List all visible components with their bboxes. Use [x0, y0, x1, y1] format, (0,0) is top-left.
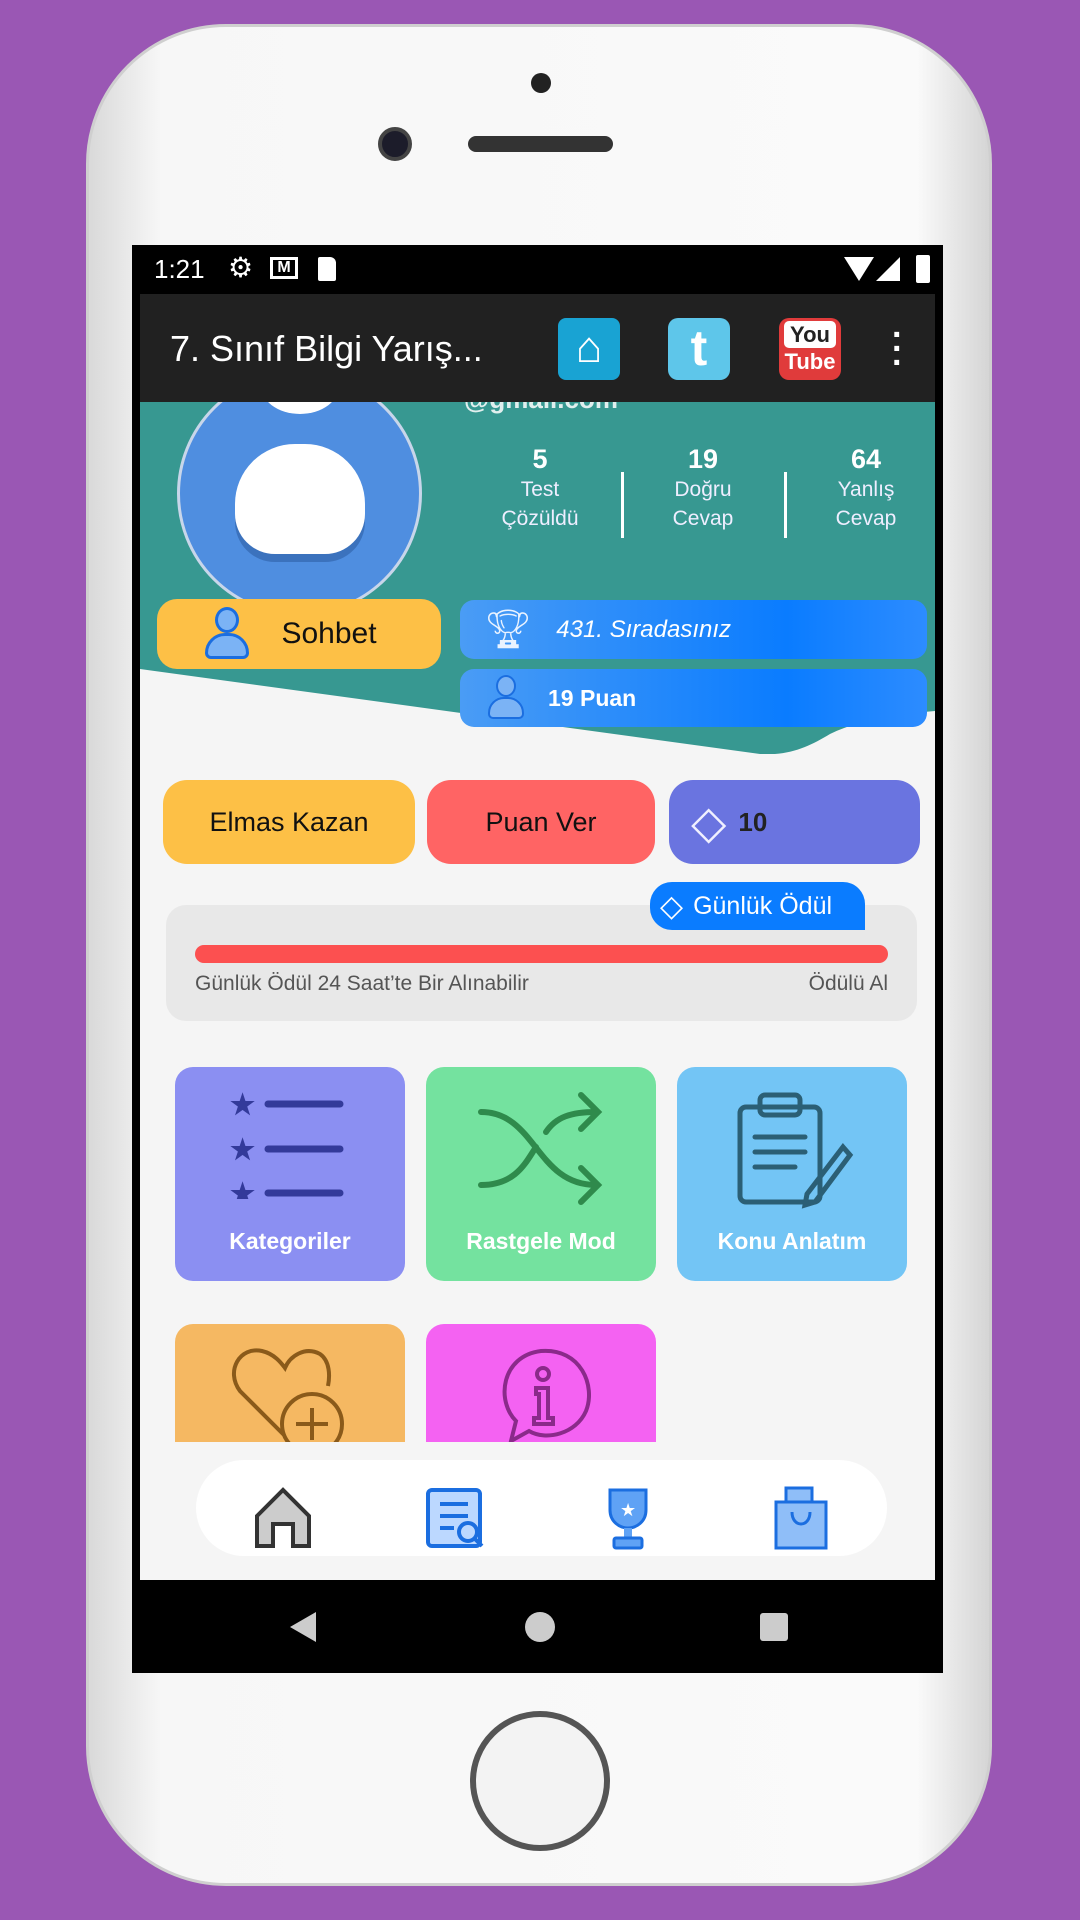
youtube-icon[interactable]: You Tube — [779, 318, 841, 380]
rank-label: 431. Sıradasınız — [556, 615, 732, 643]
badge-label: Günlük Ödül — [693, 891, 833, 920]
speaker — [468, 136, 613, 152]
reward-progress-fill — [195, 945, 888, 963]
svg-text:★: ★ — [230, 1089, 255, 1120]
diamond-balance[interactable]: ◇ 10 — [669, 780, 920, 864]
recents-icon[interactable] — [760, 1613, 788, 1641]
tile-label: Konu Anlatım — [717, 1228, 867, 1254]
rank-pill[interactable]: 🏆︎ 431. Sıradasınız — [460, 600, 927, 659]
tile-categories[interactable]: ★ ★ ★ Kategoriler — [175, 1067, 405, 1281]
info-bubble-icon — [502, 1348, 591, 1442]
tile-label: Kategoriler — [229, 1228, 351, 1254]
youtube-text-bottom: Tube — [784, 349, 836, 374]
diamond-icon: ◇ — [660, 889, 684, 923]
stat-label: Test — [520, 478, 560, 501]
front-sensor — [531, 73, 551, 93]
stat-value: 19 — [687, 444, 719, 474]
stat-value: 64 — [850, 444, 882, 474]
stat-value: 5 — [532, 444, 548, 474]
user-icon — [205, 607, 249, 661]
home-circle-icon[interactable] — [525, 1612, 555, 1642]
tile-random-mode[interactable]: Rastgele Mod — [426, 1067, 656, 1281]
bottom-nav: ★ — [196, 1460, 887, 1556]
stat-label: Cevap — [835, 507, 897, 530]
twitter-icon[interactable]: t — [668, 318, 730, 380]
home-icon[interactable] — [251, 1486, 315, 1550]
stat-label: Doğru — [674, 478, 732, 501]
stat-label: Cevap — [672, 507, 734, 530]
chat-label: Sohbet — [281, 617, 377, 650]
back-icon[interactable] — [290, 1612, 316, 1642]
claim-reward-link[interactable]: Ödülü Al — [809, 972, 888, 996]
stat-tests-solved: 5 Test Çözüldü — [460, 444, 620, 533]
diamond-icon: ◇ — [691, 796, 727, 848]
app-bar: 7. Sınıf Bilgi Yarış... ⌂ t You Tube · · · — [140, 294, 935, 402]
earn-diamonds-button[interactable]: Elmas Kazan — [163, 780, 415, 864]
home-icon[interactable]: ⌂ — [558, 318, 620, 380]
home-hardware-button[interactable] — [470, 1711, 610, 1851]
stat-wrong: 64 Yanlış Cevap — [786, 444, 935, 533]
stat-correct: 19 Doğru Cevap — [623, 444, 783, 533]
trophy-icon: 🏆︎ — [484, 608, 533, 651]
star-list-icon: ★ ★ ★ — [230, 1089, 344, 1199]
diamond-count: 10 — [738, 806, 768, 837]
more-vert-icon[interactable]: · · · — [892, 318, 903, 380]
youtube-text-top: You — [784, 321, 836, 348]
svg-text:★: ★ — [230, 1134, 255, 1165]
main-content: @gmail.com 5TestÇözüldü 19DoğruCevap 64Y… — [140, 294, 935, 1580]
signal-icon — [876, 257, 900, 281]
battery-icon — [916, 255, 930, 283]
reward-progress-track — [195, 945, 888, 963]
system-nav-bar — [132, 1580, 943, 1673]
points-label: 19 Puan — [548, 684, 637, 711]
clock: 1:21 — [154, 254, 205, 284]
heart-plus-icon — [232, 1348, 344, 1442]
clipboard-edit-icon — [737, 1092, 854, 1209]
tile-topic-lessons[interactable]: Konu Anlatım — [677, 1067, 907, 1281]
svg-text:★: ★ — [620, 1500, 636, 1520]
tile-info[interactable] — [426, 1324, 656, 1442]
daily-reward-badge[interactable]: ◇ Günlük Ödül — [650, 882, 865, 930]
app-title: 7. Sınıf Bilgi Yarış... — [170, 328, 483, 369]
shuffle-icon — [478, 1092, 603, 1205]
points-pill[interactable]: 19 Puan — [460, 669, 927, 727]
status-bar: 1:21 ⚙ M — [132, 245, 943, 294]
stat-label: Yanlış — [837, 478, 895, 501]
wifi-icon — [844, 257, 874, 281]
quiz-list-icon[interactable] — [424, 1486, 488, 1550]
user-icon — [488, 675, 524, 721]
sd-card-icon — [318, 257, 336, 281]
device-screen: 1:21 ⚙ M 7. Sınıf Bilgi Yarış... ⌂ t You… — [132, 245, 943, 1673]
shopping-bag-icon[interactable] — [770, 1486, 834, 1550]
tile-favorites[interactable] — [175, 1324, 405, 1442]
trophy-icon[interactable]: ★ — [596, 1486, 660, 1550]
gmail-icon: M — [270, 257, 298, 279]
rate-button[interactable]: Puan Ver — [427, 780, 655, 864]
svg-text:★: ★ — [230, 1178, 255, 1199]
gear-icon: ⚙ — [228, 252, 254, 283]
stat-label: Çözüldü — [501, 507, 579, 530]
reward-info-text: Günlük Ödül 24 Saat’te Bir Alınabilir — [195, 972, 529, 995]
tile-label: Rastgele Mod — [466, 1228, 616, 1254]
avatar[interactable] — [177, 371, 422, 616]
front-camera — [378, 127, 412, 161]
chat-button[interactable]: Sohbet — [157, 599, 441, 669]
